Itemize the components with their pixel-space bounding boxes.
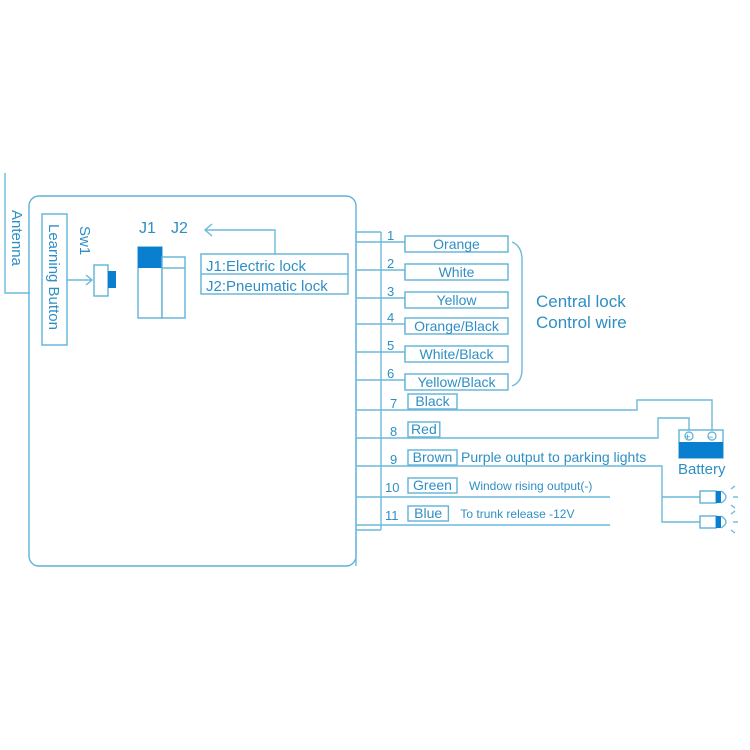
group-brace xyxy=(511,241,523,387)
wiring-diagram: Antenna Learning Button Sw1 J1 J2 J1:Ele… xyxy=(4,173,738,567)
wire-number: 9 xyxy=(390,452,397,467)
wire-color-label: Red xyxy=(411,421,437,437)
switch-label: Sw1 xyxy=(76,226,93,255)
wire-number: 6 xyxy=(387,366,394,381)
battery-label: Battery xyxy=(678,461,726,478)
wire-row: 2 White xyxy=(356,256,509,281)
wire-color-label: Orange/Black xyxy=(414,318,500,334)
wire-row: 5 White/Black xyxy=(356,338,509,363)
wire-color-label: Orange xyxy=(433,236,480,252)
wire-row: 6 Yellow/Black xyxy=(356,366,509,391)
jumper-legend-j2: J2:Pneumatic lock xyxy=(206,278,328,295)
wire-color-label: Blue xyxy=(414,505,442,521)
battery-plus: + xyxy=(685,432,690,442)
wire-row: 8 Red xyxy=(390,421,441,439)
group-label-line1: Central lock xyxy=(536,292,626,311)
wire-color-label: Yellow xyxy=(437,292,478,308)
jumper-icon[interactable] xyxy=(137,246,186,319)
wire-number: 7 xyxy=(390,396,397,411)
wire-number: 4 xyxy=(387,310,394,325)
wire-note: Window rising output(-) xyxy=(469,479,592,493)
wire-row: 10 Green Window rising output(-) xyxy=(356,477,610,498)
lamp-icon xyxy=(699,485,738,509)
wire-color-label: Black xyxy=(415,393,450,409)
wire-number: 11 xyxy=(385,508,399,523)
wire-number: 10 xyxy=(385,480,399,495)
wire-row: 3 Yellow xyxy=(356,284,509,309)
j1-label: J1 xyxy=(139,220,156,237)
wire-note: Purple output to parking lights xyxy=(461,449,646,465)
wire-number: 5 xyxy=(387,338,394,353)
wire-row: 11 Blue To trunk release -12V xyxy=(356,505,610,526)
wire-note: To trunk release -12V xyxy=(460,507,574,521)
wire-number: 1 xyxy=(387,228,394,243)
wire-harness: 1 Orange 2 White 3 Yellow 4 Orange/Black 5 White/… xyxy=(355,228,646,566)
learning-button-label[interactable]: Learning Button xyxy=(45,224,62,330)
antenna-label: Antenna xyxy=(8,210,25,267)
wire-color-label: White/Black xyxy=(420,346,495,362)
wire-number: 8 xyxy=(390,424,397,439)
jumper-legend-j1: J1:Electric lock xyxy=(206,258,307,275)
wire-color-label: Brown xyxy=(413,449,453,465)
wire-color-label: Yellow/Black xyxy=(417,374,496,390)
wire-number: 3 xyxy=(387,284,394,299)
j2-label: J2 xyxy=(171,220,188,237)
lamp-icon xyxy=(699,510,738,534)
wire-row: 9 Brown Purple output to parking lights xyxy=(390,449,646,467)
group-label-line2: Control wire xyxy=(536,313,627,332)
wire-color-label: Green xyxy=(413,477,452,493)
wire-row: 4 Orange/Black xyxy=(356,310,509,335)
wire-row: 7 Black xyxy=(390,393,458,411)
wire-number: 2 xyxy=(387,256,394,271)
battery-minus: − xyxy=(708,432,713,442)
wire-color-label: White xyxy=(439,264,475,280)
